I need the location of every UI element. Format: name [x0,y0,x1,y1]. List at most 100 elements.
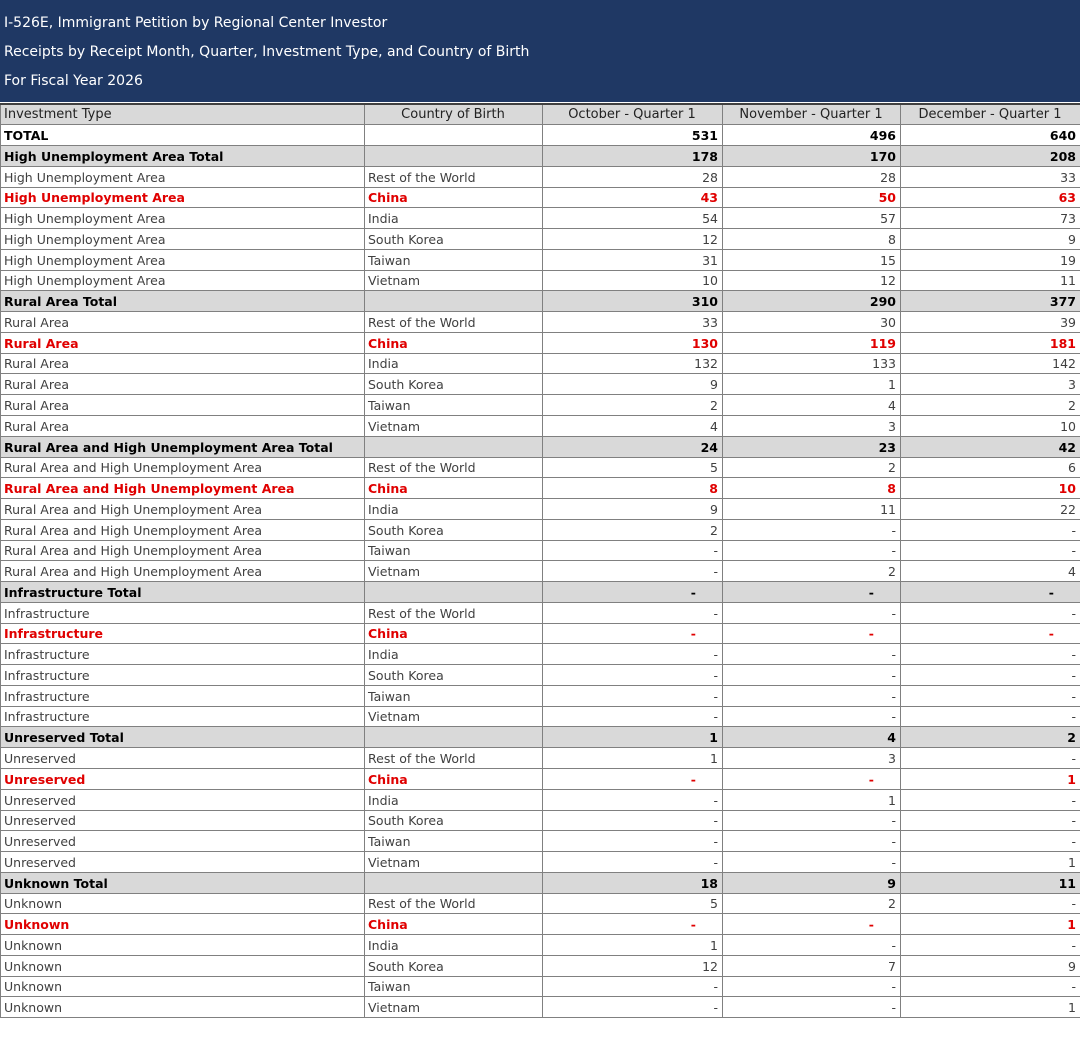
october-value-cell: 12 [542,954,723,977]
country-cell: China [364,331,543,354]
october-value-cell: 5 [542,892,723,915]
december-value-cell: 640 [900,124,1080,147]
group-total-row: Unreserved Total 1 4 2 [0,726,1080,749]
fiscal-year-label: For Fiscal Year 2026 [4,73,143,89]
october-value-cell: 43 [542,186,723,209]
investment-type-cell: Infrastructure [0,622,365,645]
country-cell [364,290,543,313]
october-value-cell: - [542,664,723,686]
december-value-cell: 208 [900,145,1080,167]
country-cell [364,726,543,749]
investment-type-cell: Rural Area [0,311,365,333]
november-value-cell: 57 [722,207,901,230]
november-value-cell: 2 [722,560,901,583]
country-cell: South Korea [364,809,543,832]
table-row: High Unemployment Area Rest of the World 2… [0,165,1080,188]
december-value-cell: 1 [900,851,1080,873]
country-cell: Vietnam [364,996,543,1019]
table-row: Infrastructure Vietnam - - - [0,705,1080,728]
november-value-cell: 7 [722,954,901,977]
grand-total-row: TOTAL 531 496 640 [0,124,1080,147]
october-value-cell: - [542,560,723,583]
december-value-cell: - [900,788,1080,811]
november-value-cell: - [722,975,901,998]
october-value-cell: 54 [542,207,723,230]
october-value-cell: 28 [542,165,723,188]
table-row: Rural Area India 132 133 142 [0,352,1080,375]
country-cell: South Korea [364,954,543,977]
country-cell: India [364,352,543,375]
december-value-cell: - [900,518,1080,541]
country-cell: India [364,934,543,956]
country-cell: China [364,477,543,500]
investment-type-cell: Unknown [0,975,365,998]
december-value-cell: 3 [900,373,1080,396]
october-value-cell: 1 [542,934,723,956]
november-value-cell: - [722,539,901,562]
investment-type-cell: Unreserved [0,830,365,853]
table-row-highlighted: Infrastructure China - - - [0,622,1080,645]
country-cell: Rest of the World [364,892,543,915]
october-value-cell: 18 [542,871,723,894]
country-cell: Rest of the World [364,601,543,624]
investment-type-cell: Unreserved [0,788,365,811]
column-header-country: Country of Birth [364,103,543,126]
december-value-cell: 63 [900,186,1080,209]
investment-type-cell: Infrastructure [0,664,365,686]
investment-type-cell: Rural Area and High Unemployment Area [0,518,365,541]
december-value-cell: 181 [900,331,1080,354]
october-value-cell: - [542,809,723,832]
november-value-cell: 496 [722,124,901,147]
october-value-cell: 178 [542,145,723,167]
december-value-cell: 1 [900,996,1080,1019]
december-value-cell: - [900,601,1080,624]
country-cell: Vietnam [364,414,543,437]
october-value-cell: - [542,768,723,790]
november-value-cell: 2 [722,892,901,915]
december-value-cell: - [900,747,1080,769]
country-cell: China [364,622,543,645]
table-row: Rural Area and High Unemployment Area Sou… [0,518,1080,541]
country-cell: China [364,913,543,936]
october-value-cell: 31 [542,248,723,271]
table-row: High Unemployment Area Taiwan 31 15 19 [0,248,1080,271]
december-value-cell: - [900,975,1080,998]
country-cell: Rest of the World [364,747,543,769]
december-value-cell: - [900,664,1080,686]
report-subtitle: Receipts by Receipt Month, Quarter, Inve… [4,44,530,60]
december-value-cell: - [900,892,1080,915]
investment-type-cell: Infrastructure Total [0,581,365,603]
december-value-cell: 22 [900,498,1080,520]
october-value-cell: 9 [542,373,723,396]
october-value-cell: - [542,913,723,936]
november-value-cell: 8 [722,228,901,250]
column-header-investment-type: Investment Type [0,103,365,126]
november-value-cell: - [722,996,901,1019]
december-value-cell: - [900,830,1080,853]
october-value-cell: 1 [542,726,723,749]
october-value-cell: - [542,643,723,666]
country-cell: Taiwan [364,539,543,562]
investment-type-cell: Rural Area and High Unemployment Area [0,477,365,500]
country-cell: Taiwan [364,975,543,998]
table-row: Rural Area and High Unemployment Area Res… [0,456,1080,479]
december-value-cell: 33 [900,165,1080,188]
november-value-cell: 23 [722,435,901,458]
table-row: High Unemployment Area Vietnam 10 12 11 [0,269,1080,292]
column-header-december: December - Quarter 1 [900,103,1080,126]
investment-type-cell: Unknown [0,892,365,915]
october-value-cell: - [542,975,723,998]
investment-type-cell: Unknown [0,934,365,956]
country-cell: India [364,207,543,230]
country-cell: Vietnam [364,269,543,292]
investment-type-cell: Unknown [0,996,365,1019]
investment-type-cell: Rural Area and High Unemployment Area To… [0,435,365,458]
november-value-cell: - [722,601,901,624]
november-value-cell: 290 [722,290,901,313]
country-cell: Vietnam [364,560,543,583]
country-cell: China [364,186,543,209]
december-value-cell: 142 [900,352,1080,375]
october-value-cell: - [542,622,723,645]
country-cell [364,435,543,458]
december-value-cell: 4 [900,560,1080,583]
